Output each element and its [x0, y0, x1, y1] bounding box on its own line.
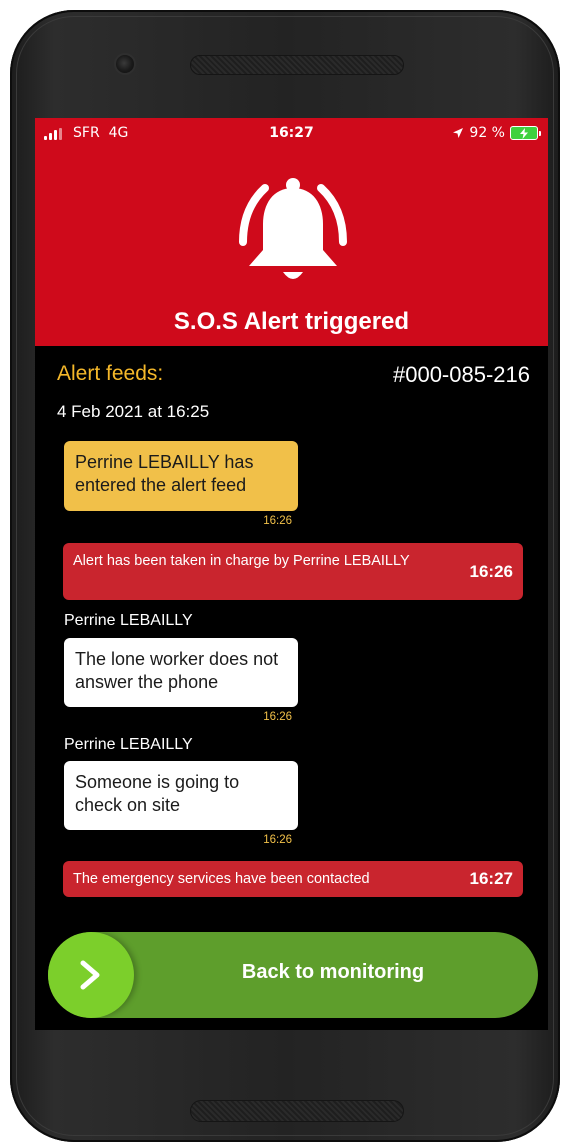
- event-text: Perrine LEBAILLY has entered the alert f…: [75, 452, 254, 495]
- message-author: Perrine LEBAILLY: [64, 612, 193, 629]
- event-bubble: Perrine LEBAILLY has entered the alert f…: [64, 441, 298, 511]
- page-title: S.O.S Alert triggered: [173, 308, 410, 335]
- system-banner-text: Alert has been taken in charge by Perrin…: [73, 553, 410, 569]
- message-text: Someone is going to check on site: [75, 772, 240, 815]
- status-right: 92 %: [452, 125, 541, 141]
- chevron-right-icon: [80, 960, 100, 990]
- feed-date: 4 Feb 2021 at 16:25: [57, 402, 210, 421]
- message-time: 16:26: [263, 515, 292, 527]
- system-banner: Alert has been taken in charge by Perrin…: [63, 543, 523, 600]
- battery-charging-icon: [510, 126, 541, 140]
- system-banner-time: 16:27: [469, 869, 513, 888]
- message-bubble: The lone worker does not answer the phon…: [64, 638, 298, 707]
- system-banner-text: The emergency services have been contact…: [73, 871, 370, 887]
- alert-id: #000-085-216: [392, 362, 530, 387]
- back-to-monitoring-slider[interactable]: Back to monitoring: [48, 932, 538, 1018]
- earpiece-speaker: [190, 55, 404, 75]
- message-author: Perrine LEBAILLY: [64, 736, 193, 753]
- message-time: 16:26: [263, 834, 292, 846]
- battery-percent: 92 %: [469, 125, 505, 141]
- status-bar: SFR 4G 16:27 92 %: [35, 118, 548, 148]
- system-banner: The emergency services have been contact…: [63, 861, 523, 897]
- front-camera: [114, 53, 136, 75]
- message-bubble: Someone is going to check on site: [64, 761, 298, 830]
- alert-feed-label: Alert feeds:: [57, 362, 164, 385]
- alert-header: SFR 4G 16:27 92 % S.O.S Alert triggered: [35, 118, 548, 346]
- slider-knob[interactable]: [48, 932, 134, 1018]
- app-screen: SFR 4G 16:27 92 % S.O.S Alert triggered …: [35, 118, 548, 1030]
- back-to-monitoring-label: Back to monitoring: [241, 961, 425, 983]
- bell-ringing-icon: [239, 178, 347, 279]
- location-arrow-icon: [453, 128, 464, 138]
- message-text: The lone worker does not answer the phon…: [75, 649, 279, 692]
- message-time: 16:26: [263, 711, 292, 723]
- bottom-speaker: [190, 1100, 404, 1122]
- system-banner-time: 16:26: [469, 562, 513, 581]
